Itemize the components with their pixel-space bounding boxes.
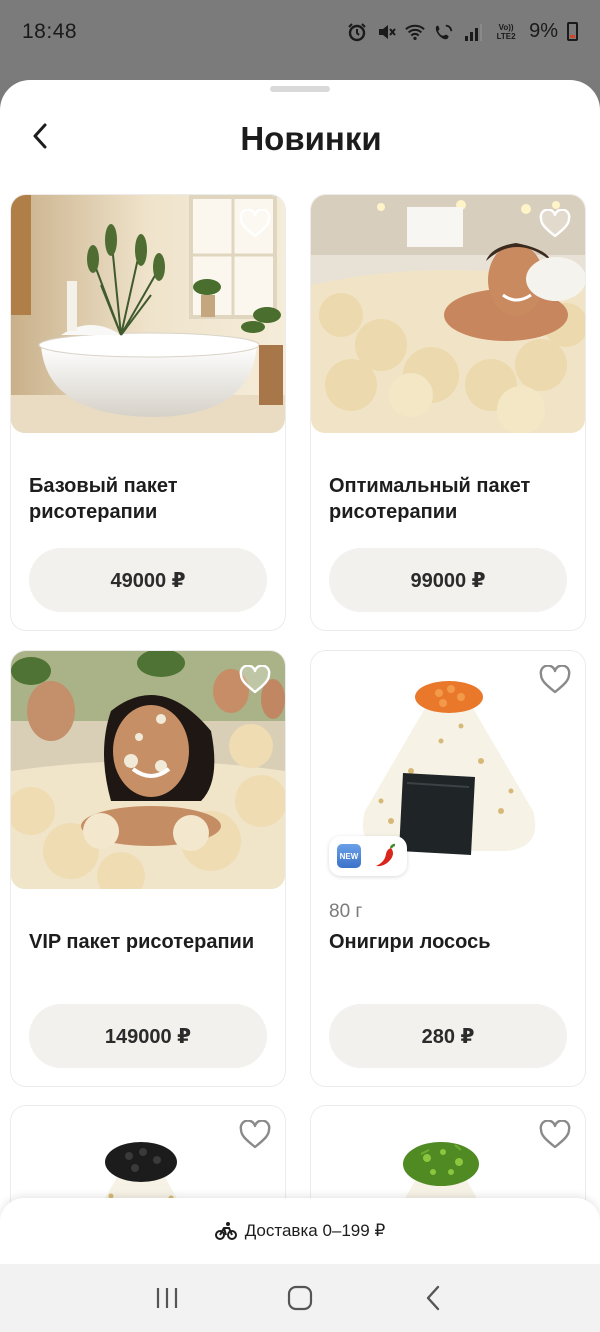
back-icon <box>427 1285 440 1311</box>
wifi-icon <box>405 22 425 42</box>
heart-outline-icon[interactable] <box>539 209 571 239</box>
price-button[interactable]: 280 ₽ <box>329 1004 567 1068</box>
heart-outline-icon[interactable] <box>539 665 571 695</box>
price-button[interactable]: 99000 ₽ <box>329 548 567 612</box>
home-icon <box>287 1285 313 1311</box>
product-card[interactable]: Базовый пакет рисотерапии 49000 ₽ <box>10 194 286 631</box>
bicycle-courier-icon <box>214 1222 237 1240</box>
recent-apps-icon <box>156 1288 177 1308</box>
product-badges: NEW <box>329 836 407 876</box>
sheet-grabber[interactable] <box>270 86 330 92</box>
wifi-calling-icon <box>434 22 454 42</box>
product-weight: 80 г <box>329 901 363 922</box>
price-button[interactable]: 49000 ₽ <box>29 548 267 612</box>
product-card[interactable]: Оптимальный пакет рисотерапии 99000 ₽ <box>310 194 586 631</box>
status-time: 18:48 <box>22 20 78 43</box>
chili-pepper-icon <box>376 843 396 867</box>
page-title: Новинки <box>240 120 382 157</box>
signal-icon <box>463 22 483 42</box>
status-bar: 18:48 Vo)) LTE2 9% <box>0 0 600 80</box>
product-name: Онигири лосось <box>329 931 491 953</box>
heart-outline-icon[interactable] <box>239 665 271 695</box>
volte-icon: Vo)) LTE2 <box>496 22 516 41</box>
battery-icon <box>567 22 578 41</box>
battery-percent: 9% <box>529 20 558 42</box>
alarm-icon <box>347 22 367 42</box>
recent-apps-button[interactable] <box>137 1273 197 1323</box>
heart-outline-icon[interactable] <box>239 209 271 239</box>
product-card[interactable]: NEW 80 г Онигири лосось 280 ₽ <box>310 650 586 1087</box>
delivery-label: Доставка 0–199 ₽ <box>244 1221 386 1240</box>
product-name: VIP пакет рисотерапии <box>29 931 255 953</box>
new-badge-icon: NEW <box>337 844 361 868</box>
heart-outline-icon[interactable] <box>539 1120 571 1150</box>
product-sheet: Новинки Базовый пакет рисотерапии 49000 … <box>0 80 600 1264</box>
heart-outline-icon[interactable] <box>239 1120 271 1150</box>
product-name: Оптимальный пакет рисотерапии <box>329 475 531 523</box>
home-button[interactable] <box>270 1273 330 1323</box>
status-icons: Vo)) LTE2 9% <box>347 20 578 43</box>
system-back-button[interactable] <box>403 1273 463 1323</box>
product-name: Базовый пакет рисотерапии <box>29 475 178 523</box>
product-card[interactable]: VIP пакет рисотерапии 149000 ₽ <box>10 650 286 1087</box>
system-nav-bar <box>0 1264 600 1332</box>
header: Новинки <box>0 102 600 182</box>
mute-icon <box>376 22 396 42</box>
delivery-info-bar[interactable]: Доставка 0–199 ₽ <box>0 1198 600 1264</box>
price-button[interactable]: 149000 ₽ <box>29 1004 267 1068</box>
